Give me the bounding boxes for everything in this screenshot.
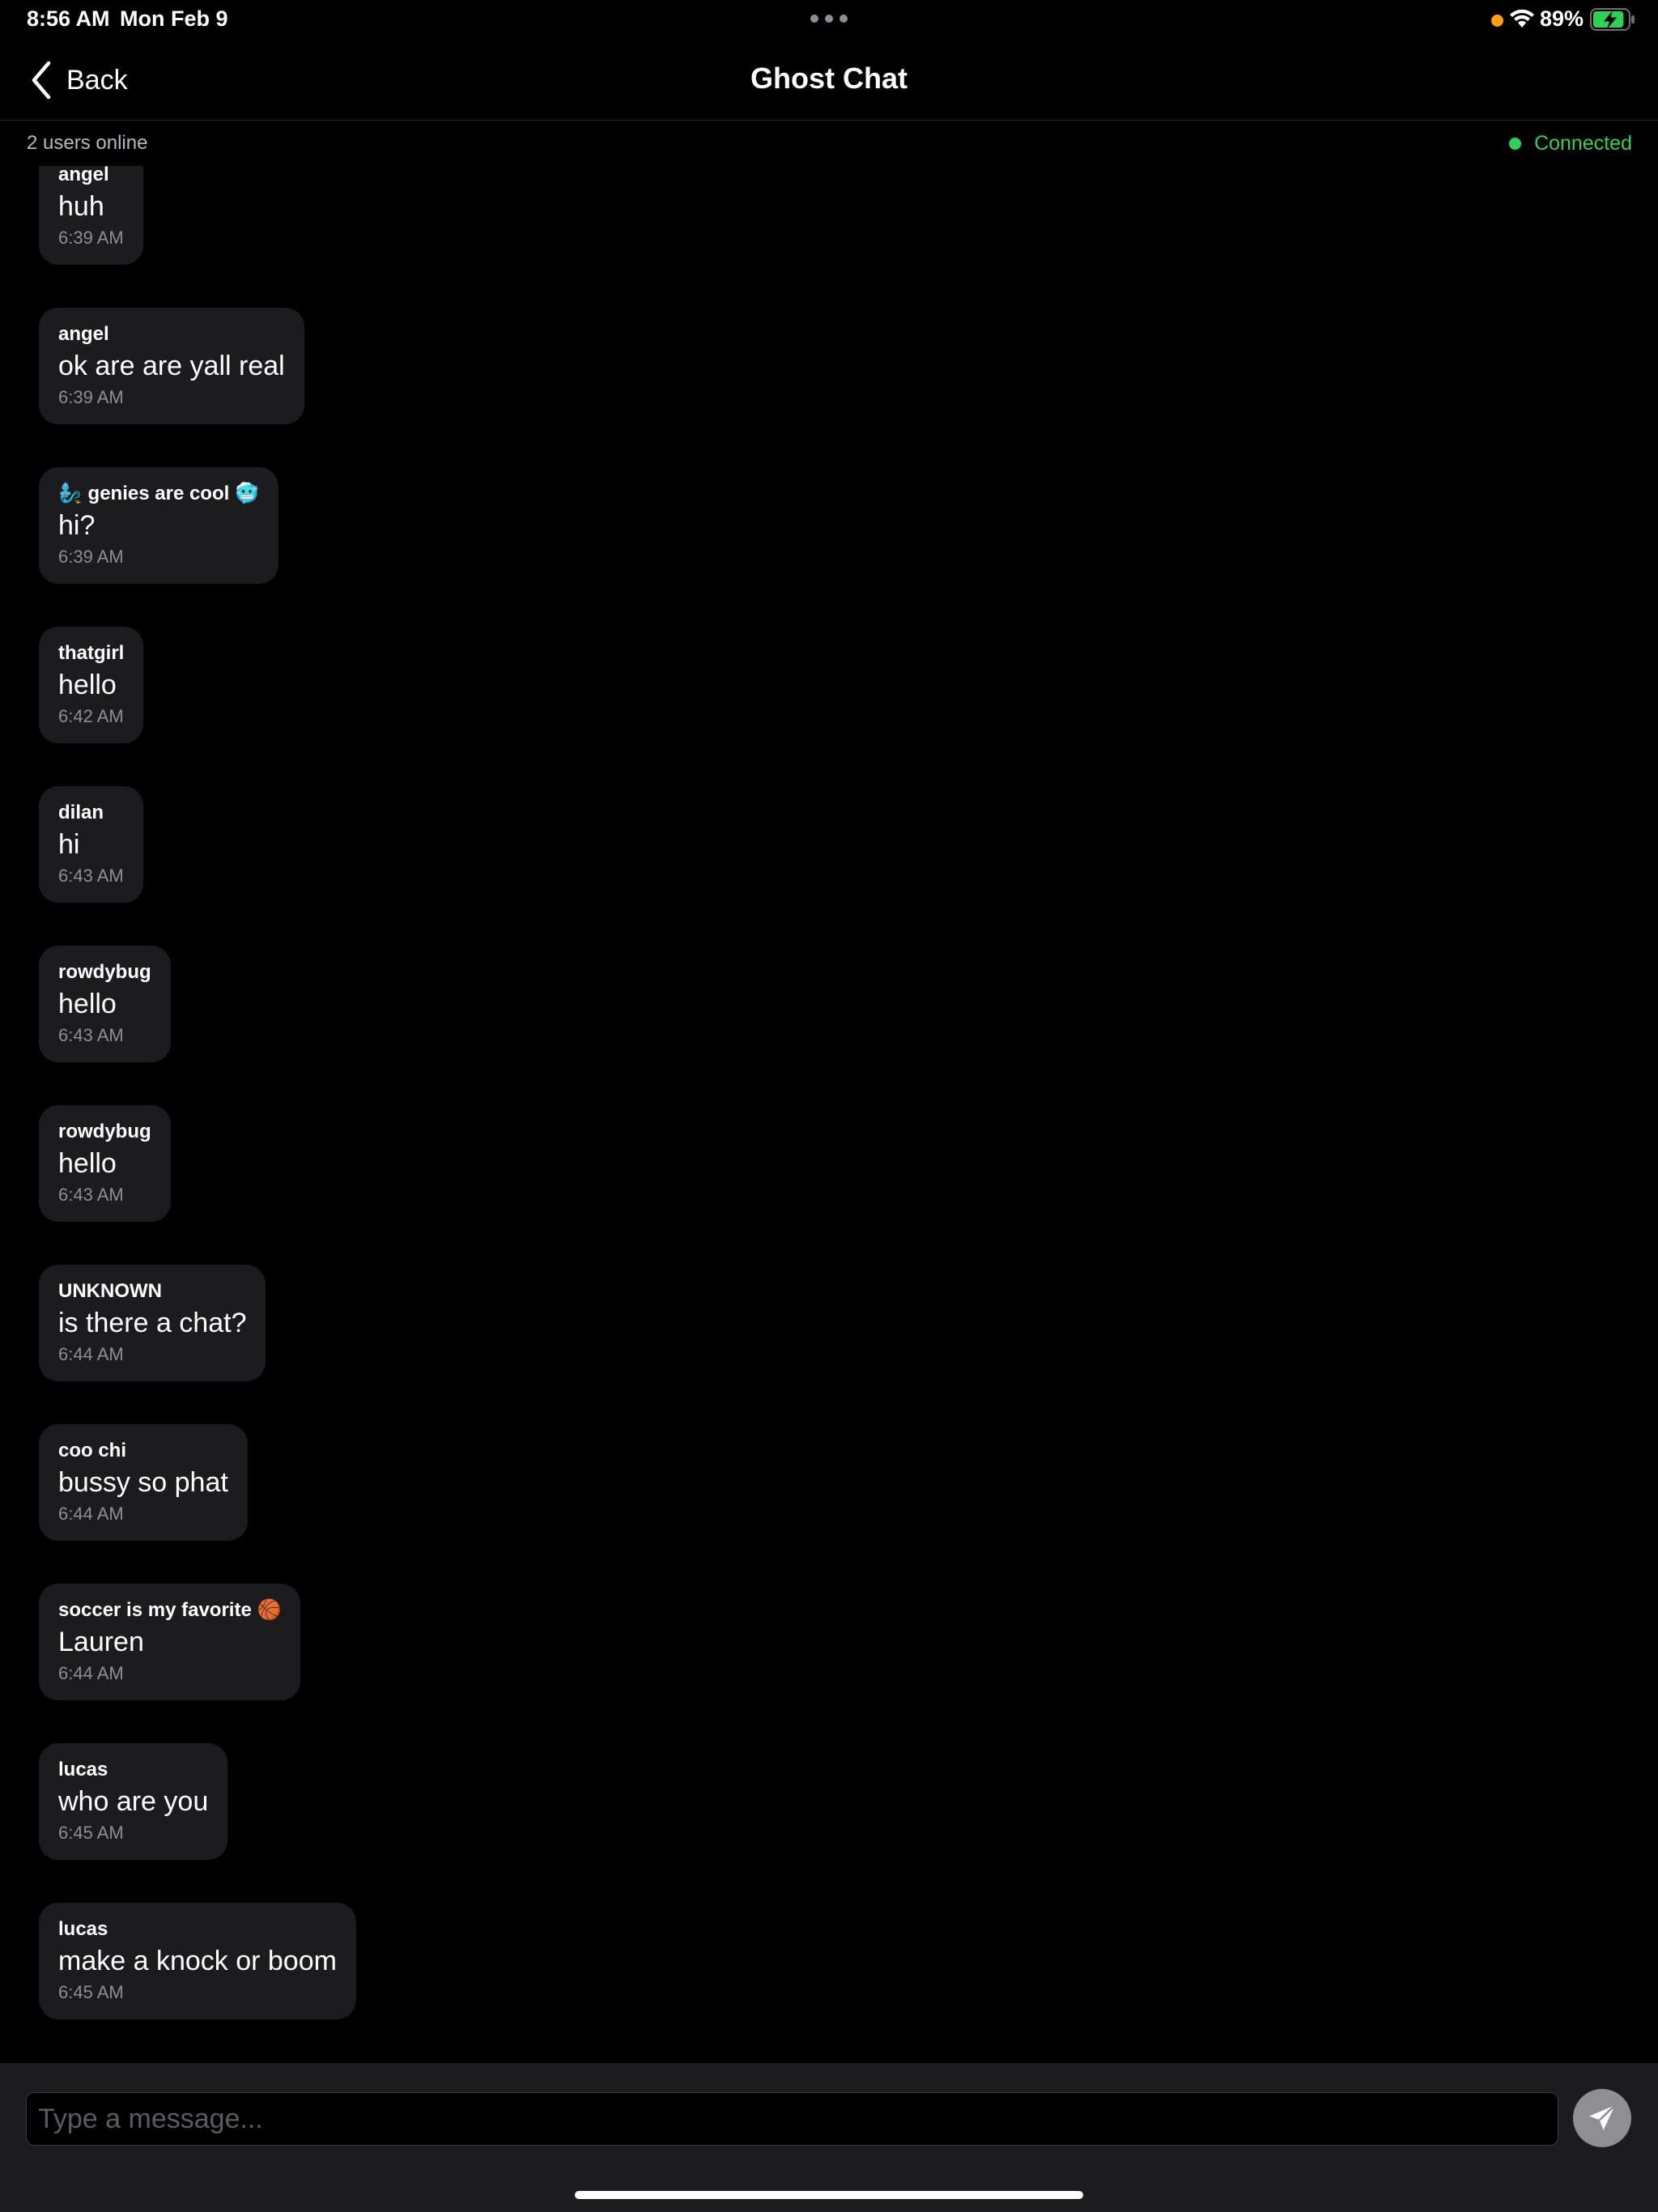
message-sender: thatgirl bbox=[58, 642, 125, 664]
message-bubble[interactable]: dilan hi 6:43 AM bbox=[39, 786, 143, 903]
composer-bar bbox=[0, 2063, 1658, 2212]
message-input[interactable] bbox=[26, 2092, 1558, 2146]
message-text: Lauren bbox=[58, 1627, 144, 1657]
message-bubble[interactable]: soccer is my favorite 🏀 Lauren 6:44 AM bbox=[39, 1584, 301, 1700]
status-dot-icon bbox=[1509, 138, 1522, 150]
message-timestamp: 6:44 AM bbox=[58, 1504, 124, 1524]
chat-status-header: 2 users online Connected bbox=[0, 121, 1658, 166]
wifi-icon bbox=[1510, 9, 1534, 28]
message-text: hello bbox=[58, 1148, 117, 1179]
message-text: hi bbox=[58, 829, 80, 860]
message-text: make a knock or boom bbox=[58, 1946, 337, 1976]
users-online-count: 2 users online bbox=[27, 132, 148, 154]
message-row: coo chi bussy so phat 6:44 AM bbox=[39, 1424, 356, 1584]
message-text: huh bbox=[58, 191, 104, 222]
message-bubble[interactable]: rowdybug hello 6:43 AM bbox=[39, 1105, 171, 1222]
status-time: 8:56 AM bbox=[27, 6, 110, 31]
message-bubble[interactable]: UNKNOWN is there a chat? 6:44 AM bbox=[39, 1265, 266, 1381]
message-bubble[interactable]: thatgirl hello 6:42 AM bbox=[39, 627, 144, 743]
message-timestamp: 6:43 AM bbox=[58, 1025, 124, 1045]
message-text: is there a chat? bbox=[58, 1308, 247, 1338]
message-sender: coo chi bbox=[58, 1440, 127, 1461]
message-timestamp: 6:45 AM bbox=[58, 1982, 124, 2002]
message-bubble[interactable]: lucas make a knock or boom 6:45 AM bbox=[39, 1903, 356, 2019]
message-sender: lucas bbox=[58, 1918, 108, 1940]
navigation-bar: Back Ghost Chat bbox=[0, 39, 1658, 121]
battery-charging-icon bbox=[1590, 8, 1635, 31]
message-timestamp: 6:39 AM bbox=[58, 387, 124, 407]
message-row: rowdybug hello 6:43 AM bbox=[39, 946, 356, 1105]
message-sender: angel bbox=[58, 166, 109, 185]
message-bubble[interactable]: angel huh 6:39 AM bbox=[39, 166, 143, 265]
privacy-indicator-dot bbox=[1491, 15, 1503, 27]
message-sender: 🧞‍♂️ genies are cool 🥶 bbox=[58, 483, 259, 504]
message-timestamp: 6:43 AM bbox=[58, 1185, 124, 1205]
message-bubble[interactable]: angel ok are are yall real 6:39 AM bbox=[39, 308, 304, 424]
message-text: hi? bbox=[58, 510, 96, 541]
message-bubble[interactable]: rowdybug hello 6:43 AM bbox=[39, 946, 171, 1062]
message-bubble[interactable]: lucas who are you 6:45 AM bbox=[39, 1743, 228, 1860]
message-row: soccer is my favorite 🏀 Lauren 6:44 AM bbox=[39, 1584, 356, 1743]
multitask-dots-icon[interactable] bbox=[810, 15, 848, 23]
message-sender: angel bbox=[58, 323, 109, 345]
message-sender: dilan bbox=[58, 802, 104, 823]
message-text: who are you bbox=[58, 1786, 209, 1817]
message-row: angel ok are are yall real 6:39 AM bbox=[39, 308, 356, 467]
message-row: thatgirl hello 6:42 AM bbox=[39, 627, 356, 786]
message-row: lucas who are you 6:45 AM bbox=[39, 1743, 356, 1903]
message-timestamp: 6:44 AM bbox=[58, 1344, 124, 1364]
message-text: ok are are yall real bbox=[58, 351, 285, 381]
message-text: hello bbox=[58, 989, 117, 1019]
send-button[interactable] bbox=[1573, 2089, 1631, 2147]
message-timestamp: 6:39 AM bbox=[58, 228, 124, 248]
message-sender: UNKNOWN bbox=[58, 1280, 162, 1302]
message-bubble[interactable]: 🧞‍♂️ genies are cool 🥶 hi? 6:39 AM bbox=[39, 467, 278, 584]
message-timestamp: 6:43 AM bbox=[58, 866, 124, 886]
status-date: Mon Feb 9 bbox=[120, 6, 228, 31]
connection-status-label: Connected bbox=[1534, 132, 1632, 155]
message-timestamp: 6:39 AM bbox=[58, 547, 124, 567]
message-bubble[interactable]: coo chi bussy so phat 6:44 AM bbox=[39, 1424, 248, 1541]
message-timestamp: 6:42 AM bbox=[58, 706, 124, 726]
message-row: 🧞‍♂️ genies are cool 🥶 hi? 6:39 AM bbox=[39, 467, 356, 627]
send-icon bbox=[1589, 2104, 1616, 2131]
message-list[interactable]: angel huh 6:39 AM angel ok are are yall real… bbox=[0, 166, 1658, 2063]
message-text: bussy so phat bbox=[58, 1467, 228, 1498]
connection-status: Connected bbox=[1509, 132, 1632, 155]
message-sender: rowdybug bbox=[58, 961, 151, 983]
message-text: hello bbox=[58, 670, 117, 700]
message-row: UNKNOWN is there a chat? 6:44 AM bbox=[39, 1265, 356, 1424]
message-row: angel huh 6:39 AM bbox=[39, 166, 356, 308]
message-timestamp: 6:44 AM bbox=[58, 1663, 124, 1683]
home-indicator bbox=[575, 2191, 1083, 2199]
battery-percent: 89% bbox=[1540, 6, 1584, 31]
status-bar: 8:56 AM Mon Feb 9 89% bbox=[0, 0, 1658, 39]
message-row: lucas make a knock or boom 6:45 AM bbox=[39, 1903, 356, 2062]
message-row: rowdybug hello 6:43 AM bbox=[39, 1105, 356, 1265]
message-row: dilan hi 6:43 AM bbox=[39, 786, 356, 946]
message-sender: rowdybug bbox=[58, 1121, 151, 1142]
message-sender: soccer is my favorite 🏀 bbox=[58, 1599, 282, 1621]
message-sender: lucas bbox=[58, 1759, 108, 1780]
page-title: Ghost Chat bbox=[750, 62, 908, 95]
message-timestamp: 6:45 AM bbox=[58, 1823, 124, 1843]
